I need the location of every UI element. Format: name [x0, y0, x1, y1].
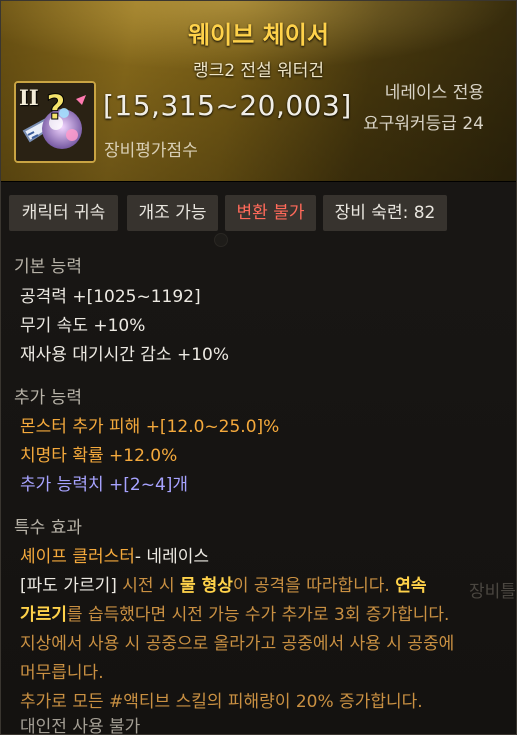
rank-numeral: II	[19, 85, 39, 110]
tag-equipment-mastery: 장비 숙련: 82	[323, 195, 447, 231]
item-tooltip: 웨이브 체이서 랭크2 전설 워터건 ? II [15,315~20,003] …	[0, 0, 517, 735]
special-effect-name: 셰이프 클러스터	[20, 547, 135, 567]
stat-weapon-speed: 무기 속도 +10%	[20, 316, 146, 336]
stat-cooldown: 재사용 대기시간 감소 +10%	[20, 345, 230, 365]
special-effect-header: 셰이프 클러스터- 네레이스	[20, 542, 209, 567]
scroll-dot	[214, 233, 228, 247]
background-ghost-text: 장비틀	[469, 582, 516, 602]
stat-attack: 공격력 +[1025~1192]	[20, 287, 201, 307]
special-effect-line-2: 가르기를 습득했다면 시전 가능 수가 추가로 3회 증가합니다.	[20, 600, 449, 625]
pvp-restriction: 대인전 사용 불가	[20, 717, 141, 735]
special-effect-owner: - 네레이스	[134, 547, 209, 567]
stat-monster-damage: 몬스터 추가 피해 +[12.0~25.0]%	[20, 417, 280, 437]
basic-stats-title: 기본 능력	[14, 257, 82, 277]
tag-character-bound: 캐릭터 귀속	[9, 195, 118, 231]
tag-modifiable: 개조 가능	[127, 195, 218, 231]
tag-not-convertible: 변환 불가	[225, 195, 316, 231]
equipment-score-label: 장비평가점수	[104, 141, 198, 161]
special-effect-line-3: 지상에서 사용 시 공중으로 올라가고 공중에서 사용 시 공중에	[20, 634, 455, 654]
special-effect-title: 특수 효과	[14, 518, 82, 538]
extra-stats-title: 추가 능력	[14, 388, 82, 408]
combo-keyword: 가르기	[20, 605, 67, 625]
special-effect-line-5: 추가로 모든 #액티브 스킬의 피해량이 20% 증가합니다.	[20, 692, 423, 712]
exclusive-character: 네레이스 전용	[384, 83, 484, 103]
stat-critical-chance: 치명타 확률 +12.0%	[20, 446, 178, 466]
water-form-keyword: 물 형상	[180, 576, 233, 596]
tooltip-header: 웨이브 체이서 랭크2 전설 워터건 ? II [15,315~20,003] …	[1, 1, 516, 182]
effect-text: 이 공격을 따라합니다.	[232, 576, 396, 596]
combo-keyword: 연속	[395, 576, 427, 596]
required-level: 요구워커등급 24	[363, 114, 484, 134]
equipment-score: [15,315~20,003]	[103, 89, 352, 122]
svg-text:?: ?	[46, 88, 66, 128]
skill-name-wave-split: [파도 가르기]	[20, 576, 117, 596]
item-icon: ? II	[14, 81, 96, 163]
special-effect-line-4: 머무릅니다.	[20, 663, 104, 683]
special-effect-line-1: [파도 가르기] 시전 시 물 형상이 공격을 따라합니다. 연속	[20, 571, 427, 596]
effect-text: 를 습득했다면 시전 가능 수가 추가로 3회 증가합니다.	[66, 605, 450, 625]
item-name: 웨이브 체이서	[188, 21, 329, 49]
effect-text: 시전 시	[116, 576, 181, 596]
stat-extra-abilities: 추가 능력치 +[2~4]개	[20, 475, 189, 495]
